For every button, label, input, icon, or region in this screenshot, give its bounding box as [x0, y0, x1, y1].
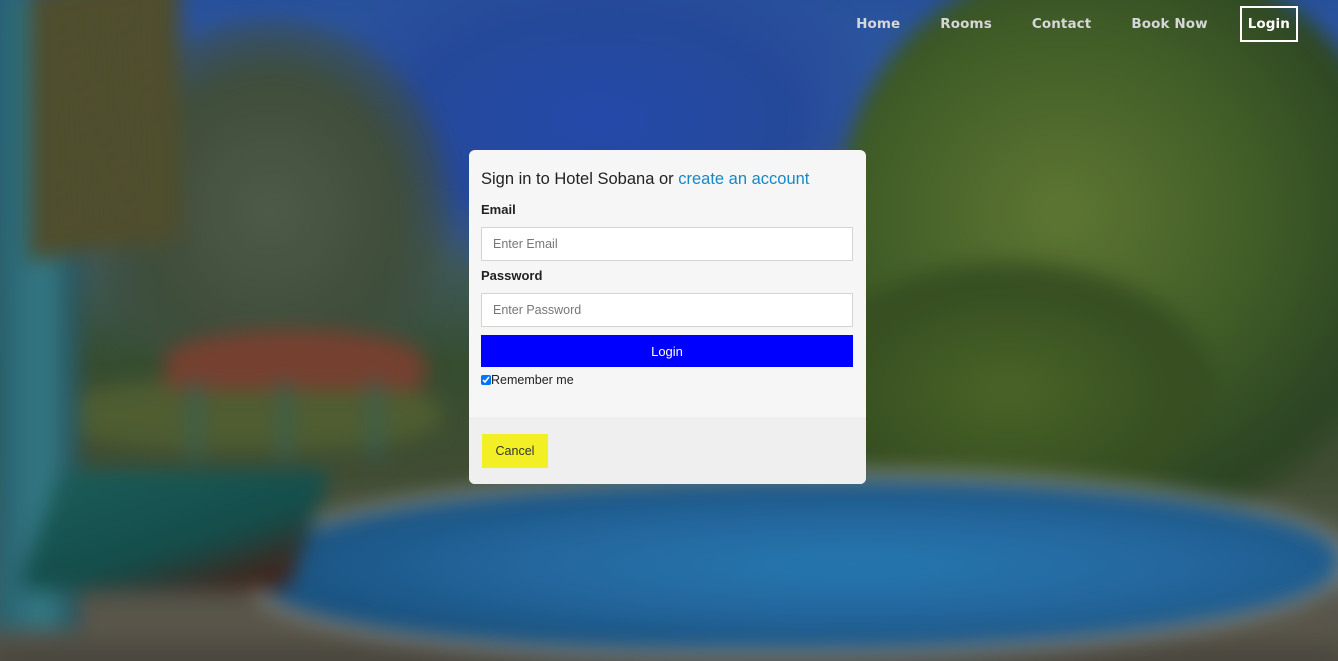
login-modal: Sign in to Hotel Sobana or create an acc…: [469, 150, 866, 484]
modal-title: Sign in to Hotel Sobana or create an acc…: [481, 168, 854, 190]
login-button[interactable]: Login: [481, 335, 853, 367]
modal-footer: Cancel: [469, 417, 866, 484]
nav-book-now-link[interactable]: Book Now: [1111, 6, 1227, 42]
login-form: Sign in to Hotel Sobana or create an acc…: [469, 150, 866, 387]
nav-home-link[interactable]: Home: [836, 6, 920, 42]
nav-rooms-link[interactable]: Rooms: [920, 6, 1012, 42]
cancel-button[interactable]: Cancel: [482, 434, 548, 468]
modal-title-text: Sign in to Hotel Sobana or: [481, 170, 679, 188]
email-label: Email: [481, 202, 516, 217]
password-field[interactable]: [481, 293, 853, 327]
nav-contact-link[interactable]: Contact: [1012, 6, 1112, 42]
remember-me-label: Remember me: [491, 372, 574, 387]
nav-login-link[interactable]: Login: [1239, 6, 1298, 42]
top-nav: Home Rooms Contact Book Now Login: [836, 6, 1298, 42]
password-label: Password: [481, 268, 543, 283]
page-background: Home Rooms Contact Book Now Login Sign i…: [0, 0, 1338, 661]
remember-me-row: Remember me: [481, 372, 854, 387]
remember-me-checkbox[interactable]: [481, 374, 491, 385]
create-account-link[interactable]: create an account: [678, 170, 809, 188]
email-field[interactable]: [481, 227, 853, 261]
